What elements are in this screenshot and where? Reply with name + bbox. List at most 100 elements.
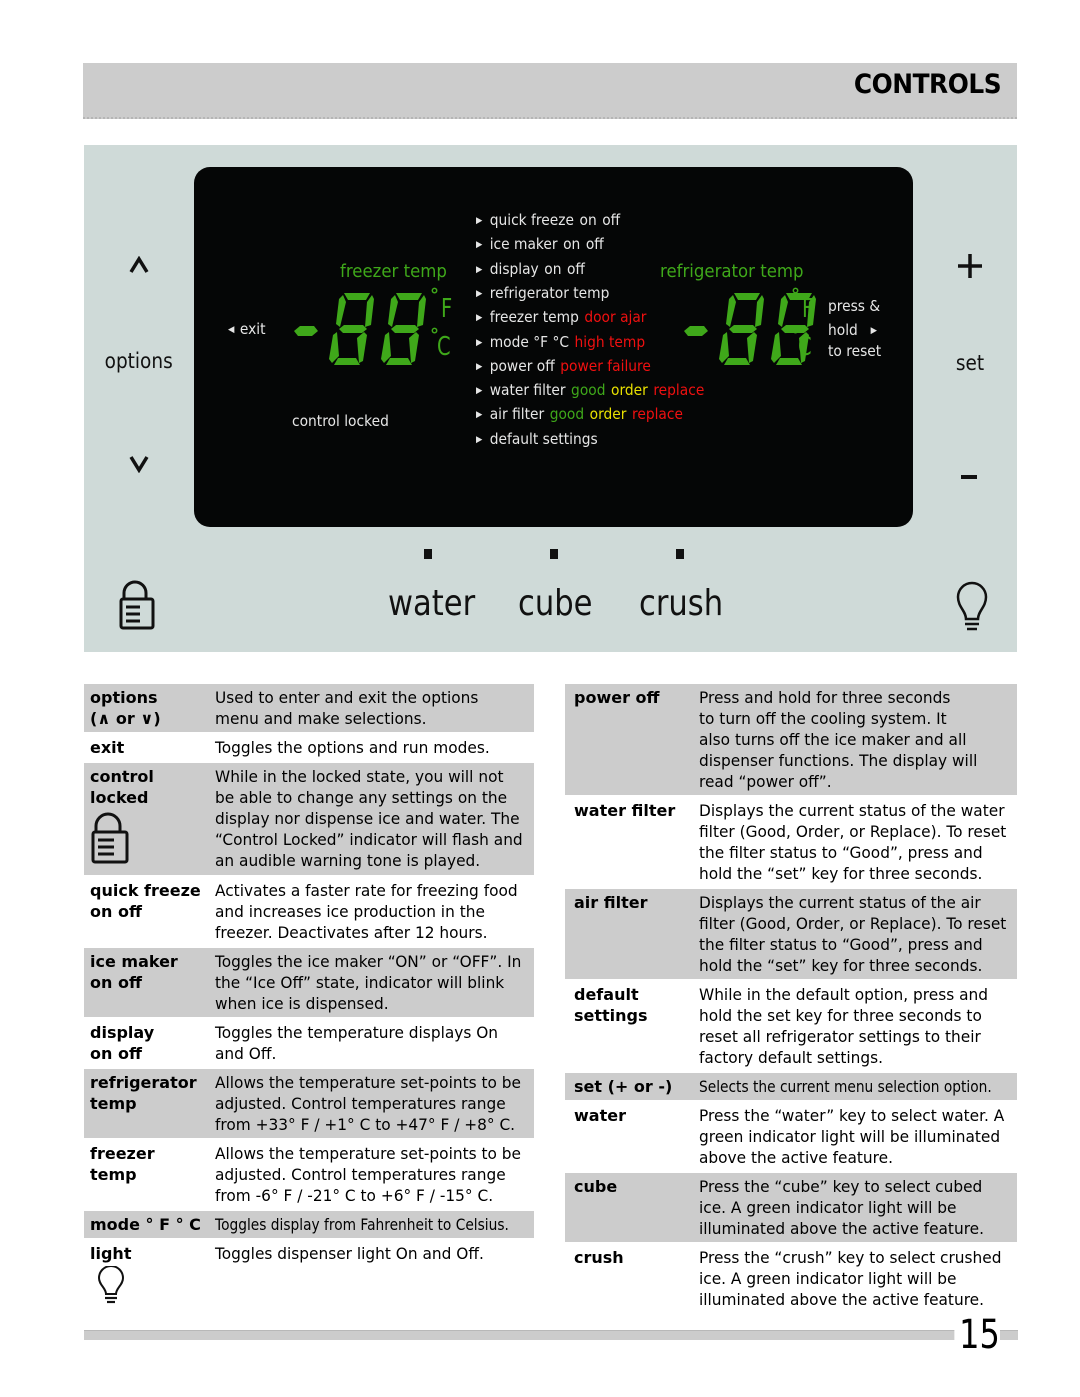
triangle-right-icon: ▶ bbox=[476, 361, 483, 372]
row-description: Toggles the ice maker “ON” or “OFF”. In t… bbox=[215, 948, 521, 1017]
row-description-line: Allows the temperature set-points to be bbox=[215, 1144, 521, 1163]
light-button[interactable] bbox=[954, 581, 990, 637]
menu-item-status: power failure bbox=[560, 356, 651, 375]
row-description-line: reset all refrigerator settings to their bbox=[699, 1027, 981, 1046]
menu-item-status: good bbox=[549, 405, 585, 424]
set-minus-button[interactable] bbox=[961, 457, 977, 487]
row-key-line: quick freeze bbox=[90, 881, 201, 900]
triangle-left-icon: ◀ bbox=[228, 325, 235, 335]
footer-bar bbox=[84, 1330, 1018, 1340]
row-key: water bbox=[574, 1105, 626, 1126]
row-description-line: display nor dispense ice and water. The bbox=[215, 809, 520, 828]
row-description-line: to turn off the cooling system. It bbox=[699, 709, 947, 728]
row-key: set (+ or -) bbox=[574, 1076, 672, 1097]
menu-item[interactable]: ▶ air filter good order replace bbox=[476, 405, 683, 423]
menu-item-label: default settings bbox=[489, 429, 598, 448]
crush-button[interactable]: crush bbox=[639, 583, 723, 624]
menu-item[interactable]: ▶ quick freeze on off bbox=[476, 211, 620, 229]
row-description-line: from +33° F / +1° C to +47° F / +8° C. bbox=[215, 1115, 516, 1134]
menu-item[interactable]: ▶ ice maker on off bbox=[476, 235, 604, 253]
segment bbox=[417, 295, 426, 327]
row-description: Allows the temperature set-points to be a… bbox=[215, 1140, 521, 1209]
row-key-line: settings bbox=[574, 1006, 648, 1025]
table-row: quick freeze on off Activates a faster rat… bbox=[84, 877, 534, 948]
row-key-line: temp bbox=[90, 1094, 137, 1113]
row-key: exit bbox=[90, 737, 124, 758]
row-key-line: (∧ or ∨) bbox=[90, 709, 161, 728]
row-key: ice maker on off bbox=[90, 951, 178, 993]
row-key-line: on off bbox=[90, 902, 142, 921]
segment bbox=[365, 295, 374, 327]
menu-item[interactable]: ▶ power off power failure bbox=[476, 357, 651, 375]
menu-item-status: high temp bbox=[574, 332, 646, 351]
row-key: control locked bbox=[90, 766, 154, 864]
control-lock-button[interactable] bbox=[118, 579, 158, 635]
menu-item-status: off bbox=[585, 235, 604, 254]
row-key-line: locked bbox=[90, 788, 149, 807]
row-key: mode ° F ° C bbox=[90, 1214, 201, 1235]
row-key: air filter bbox=[574, 892, 647, 913]
cube-button[interactable]: cube bbox=[518, 583, 592, 624]
row-description-line: illuminated above the active feature. bbox=[699, 1219, 984, 1238]
row-key: water filter bbox=[574, 800, 675, 821]
menu-item[interactable]: ▶ freezer temp door ajar bbox=[476, 308, 646, 326]
segment bbox=[388, 295, 398, 327]
row-key: options (∧ or ∨) bbox=[90, 687, 161, 729]
segment bbox=[719, 332, 729, 363]
light-bulb-icon bbox=[956, 581, 988, 631]
row-description: Toggles dispenser light On and Off. bbox=[215, 1240, 521, 1267]
table-row: freezer temp Allows the temperature set-po… bbox=[84, 1140, 534, 1211]
row-description: Toggles the temperature displays On and O… bbox=[215, 1019, 521, 1067]
row-key: default settings bbox=[574, 984, 648, 1026]
row-description-line: above the active feature. bbox=[699, 1148, 893, 1167]
digit-8 bbox=[719, 293, 764, 365]
menu-item-status: door ajar bbox=[584, 308, 647, 327]
options-down-button[interactable] bbox=[128, 450, 150, 480]
unit-f: F bbox=[441, 294, 453, 324]
triangle-right-icon: ▶ bbox=[476, 386, 483, 397]
refrigerator-temp-label: refrigerator temp bbox=[660, 261, 804, 282]
row-key-line: water filter bbox=[574, 801, 676, 820]
set-plus-button[interactable] bbox=[957, 253, 983, 286]
row-description-line: the filter status to “Good”, press and bbox=[699, 843, 983, 862]
row-description: Press the “crush” key to select crushed i… bbox=[699, 1244, 1004, 1313]
row-key-line: exit bbox=[90, 738, 125, 757]
plus-icon bbox=[958, 254, 982, 278]
table-row: mode ° F ° C Toggles display from Fahrenh… bbox=[84, 1211, 534, 1240]
menu-item[interactable]: ▶ default settings bbox=[476, 430, 598, 448]
cube-indicator-light bbox=[550, 549, 558, 559]
menu-item-label: ice maker bbox=[489, 235, 558, 254]
row-key-line: display bbox=[90, 1023, 155, 1042]
table-row: default settings While in the default opti… bbox=[565, 981, 1017, 1073]
table-row: crush Press the “crush” key to select cru… bbox=[565, 1244, 1017, 1315]
menu-item[interactable]: ▶ water filter good order replace bbox=[476, 381, 704, 399]
menu-item[interactable]: ▶ display on off bbox=[476, 260, 585, 278]
row-description-line: hold the “set” key for three seconds. bbox=[699, 956, 983, 975]
row-description-line: Press the “cube” key to select cubed bbox=[699, 1177, 983, 1196]
press-hold-line-2: hold ▶ bbox=[828, 321, 877, 339]
menu-item[interactable]: ▶ refrigerator temp bbox=[476, 284, 609, 302]
set-label: set bbox=[955, 351, 985, 375]
triangle-right-icon: ▶ bbox=[476, 288, 483, 299]
exit-indicator[interactable]: ◀ exit bbox=[228, 320, 266, 338]
row-description-line: an audible warning tone is played. bbox=[215, 851, 481, 870]
row-description: Press the “cube” key to select cubed ice.… bbox=[699, 1173, 1004, 1242]
menu-item[interactable]: ▶ mode °F °C high temp bbox=[476, 333, 645, 351]
water-button[interactable]: water bbox=[388, 583, 475, 624]
page-number: 15 bbox=[954, 1312, 1000, 1358]
row-description-line: ice. A green indicator light will be bbox=[699, 1198, 957, 1217]
row-description-line: illuminated above the active feature. bbox=[699, 1290, 984, 1309]
row-key: crush bbox=[574, 1247, 624, 1268]
row-key-line: air filter bbox=[574, 893, 648, 912]
triangle-right-icon: ▶ bbox=[870, 326, 878, 336]
segment bbox=[344, 293, 370, 300]
row-key-line: freezer bbox=[90, 1144, 155, 1163]
menu-item-label: freezer temp bbox=[489, 308, 579, 327]
row-key-line: water bbox=[574, 1106, 626, 1125]
triangle-right-icon: ▶ bbox=[476, 434, 483, 445]
row-key-line: default bbox=[574, 985, 639, 1004]
segment bbox=[734, 293, 760, 300]
menu-item-label: mode °F °C bbox=[489, 332, 570, 351]
row-description-line: Press the “water” key to select water. A bbox=[699, 1106, 1005, 1125]
options-up-button[interactable] bbox=[128, 251, 150, 281]
